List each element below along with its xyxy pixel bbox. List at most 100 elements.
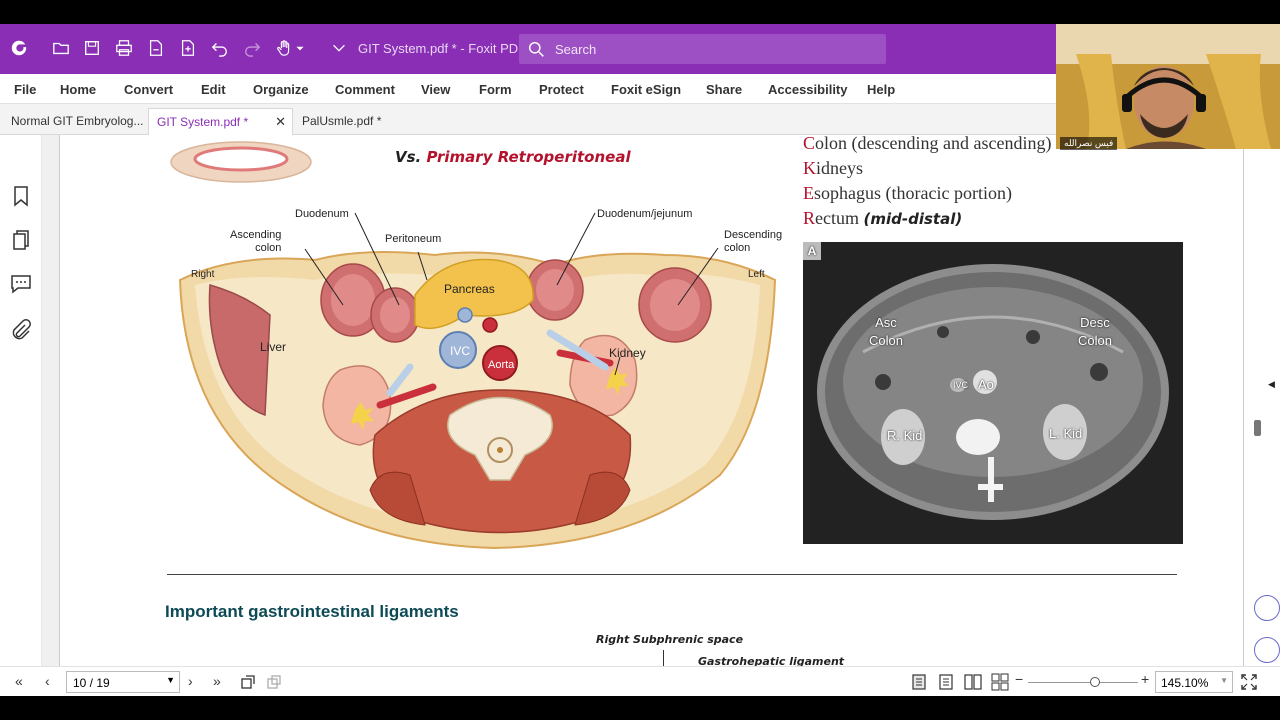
open-folder-icon[interactable] <box>50 37 72 59</box>
list-item: Esophagus (thoracic portion) <box>803 183 1012 203</box>
attachment-icon[interactable] <box>10 319 32 341</box>
zoom-slider-track[interactable] <box>1028 682 1138 683</box>
menu-organize[interactable]: Organize <box>253 82 309 97</box>
right-panel: ◀ <box>1244 135 1280 666</box>
zoom-dropdown-icon[interactable]: ▼ <box>1220 676 1228 685</box>
label-ivc: IVC <box>450 344 471 358</box>
ct-label-desc-colon: Desc Colon <box>1078 315 1112 348</box>
foxit-logo-icon[interactable] <box>8 37 30 59</box>
label-duodenum: Duodenum <box>295 208 349 220</box>
label-duodenum-jejunum: Duodenum/jejunum <box>597 208 693 220</box>
ai-assistant-icon[interactable] <box>1254 637 1280 663</box>
tab-label: GIT System.pdf * <box>157 115 249 129</box>
label-peritoneum: Peritoneum <box>385 233 442 245</box>
vertical-scrollbar-thumb[interactable] <box>1254 420 1261 436</box>
document-title: GIT System.pdf * - Foxit PD... <box>358 41 529 56</box>
menu-share[interactable]: Share <box>706 82 742 97</box>
tab-label: PalUsmle.pdf * <box>302 114 382 128</box>
label-gastrohepatic-ligament: Gastrohepatic ligament <box>698 655 845 666</box>
label-left: Left <box>748 269 765 280</box>
comments-icon[interactable] <box>10 272 32 294</box>
previous-page-icon[interactable]: ‹ <box>45 673 50 689</box>
single-page-view-icon[interactable] <box>910 673 928 691</box>
webcam-person-image <box>1056 24 1280 149</box>
assistant-icon[interactable] <box>1254 595 1280 621</box>
label-pancreas: Pancreas <box>444 282 495 296</box>
tab-git-system[interactable]: GIT System.pdf * ✕ <box>148 108 293 135</box>
document-viewport[interactable]: ▶ Vs. Primary Retroperitoneal <box>42 135 1244 666</box>
bookmark-icon[interactable] <box>10 185 32 207</box>
menu-edit[interactable]: Edit <box>201 82 226 97</box>
ct-label-ivc: IVC <box>953 380 969 390</box>
letterbox-bottom <box>0 696 1280 720</box>
menu-comment[interactable]: Comment <box>335 82 395 97</box>
foxit-pdf-window: GIT System.pdf * - Foxit PD... Search Fi… <box>0 24 1280 696</box>
list-item: Rectum (mid-distal) <box>803 208 963 228</box>
zoom-out-icon[interactable]: − <box>1015 671 1023 687</box>
hand-tool-dropdown-icon[interactable] <box>294 37 306 59</box>
menu-help[interactable]: Help <box>867 82 895 97</box>
full-screen-icon[interactable] <box>1241 674 1257 690</box>
hand-tool-icon[interactable] <box>274 37 296 59</box>
split-view-icon[interactable] <box>266 674 282 690</box>
menu-accessibility[interactable]: Accessibility <box>768 82 848 97</box>
menu-file[interactable]: File <box>14 82 36 97</box>
redo-icon[interactable] <box>241 37 263 59</box>
page-number-input[interactable]: 10 / 19 ▼ <box>66 671 180 693</box>
ct-label-asc-colon: Asc Colon <box>869 315 903 348</box>
page-dropdown-icon[interactable]: ▼ <box>166 675 175 685</box>
save-icon[interactable] <box>81 37 103 59</box>
close-tab-icon[interactable]: ✕ <box>275 114 286 130</box>
menu-view[interactable]: View <box>421 82 450 97</box>
customize-toolbar-icon[interactable] <box>328 37 350 59</box>
search-input[interactable]: Search <box>519 34 886 64</box>
first-page-icon[interactable]: « <box>15 673 23 689</box>
ct-label-r-kid: R. Kid <box>887 428 923 443</box>
label-ascending-colon: Ascending colon <box>230 229 282 254</box>
label-aorta: Aorta <box>488 359 515 371</box>
continuous-facing-view-icon[interactable] <box>991 673 1009 691</box>
list-item: Colon (descending and ascending) <box>803 135 1052 153</box>
label-liver: Liver <box>260 340 287 354</box>
leader-line <box>663 650 664 666</box>
continuous-view-icon[interactable] <box>937 673 955 691</box>
menu-foxit-esign[interactable]: Foxit eSign <box>611 82 681 97</box>
new-doc-icon[interactable] <box>177 37 199 59</box>
search-placeholder: Search <box>555 42 597 57</box>
collapse-right-panel-icon[interactable]: ◀ <box>1268 379 1275 390</box>
menu-form[interactable]: Form <box>479 82 512 97</box>
zoom-in-icon[interactable]: + <box>1141 671 1149 687</box>
pages-icon[interactable] <box>10 229 32 251</box>
undo-icon[interactable] <box>209 37 231 59</box>
search-icon <box>528 41 544 57</box>
rotate-view-icon[interactable] <box>240 674 256 690</box>
ct-label-l-kid: L. Kid <box>1049 426 1083 441</box>
pdf-page: Vs. Primary Retroperitoneal Duodenum Duo… <box>59 135 1244 666</box>
left-sidebar <box>0 135 42 666</box>
menu-convert[interactable]: Convert <box>124 82 173 97</box>
label-right-subphrenic-space: Right Subphrenic space <box>596 633 744 646</box>
webcam-participant-name: فيس نصرالله <box>1060 137 1118 150</box>
section-divider <box>167 574 1177 575</box>
letterbox-top <box>0 0 1280 24</box>
next-page-icon[interactable]: › <box>188 673 193 689</box>
print-icon[interactable] <box>113 37 135 59</box>
status-bar: « ‹ 10 / 19 ▼ › » − + 145.10% ▼ <box>0 666 1280 696</box>
zoom-level: 145.10% <box>1161 676 1209 690</box>
facing-view-icon[interactable] <box>964 673 982 691</box>
ct-label-ao: Ao <box>978 377 994 392</box>
ct-scan-image: A Asc Colon Desc Colon IVC Ao R. Kid L. … <box>803 242 1183 544</box>
create-pdf-icon[interactable] <box>145 37 167 59</box>
zoom-slider-thumb[interactable] <box>1090 677 1100 687</box>
label-descending-colon: Descending colon <box>724 229 783 254</box>
menu-home[interactable]: Home <box>60 82 96 97</box>
tab-palusmle[interactable]: PalUsmle.pdf * <box>294 108 436 135</box>
zoom-level-select[interactable]: 145.10% ▼ <box>1155 671 1233 693</box>
label-right: Right <box>191 269 215 280</box>
menu-protect[interactable]: Protect <box>539 82 584 97</box>
last-page-icon[interactable]: » <box>213 673 221 689</box>
webcam-overlay <box>1056 24 1280 149</box>
abdominal-cross-section-diagram <box>170 141 777 550</box>
tab-normal-git-embryology[interactable]: Normal GIT Embryolog... <box>3 108 147 135</box>
list-item: Kidneys <box>803 158 863 178</box>
